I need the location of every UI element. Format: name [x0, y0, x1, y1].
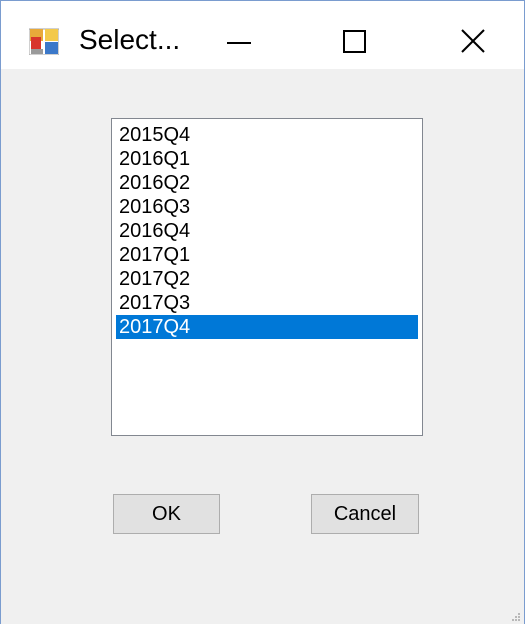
title-bar[interactable]: Select... — [1, 1, 524, 69]
application-icon[interactable] — [28, 27, 60, 56]
close-icon — [461, 29, 485, 53]
window-title: Select... — [79, 24, 181, 55]
list-item[interactable]: 2017Q2 — [116, 267, 418, 291]
list-item[interactable]: 2016Q1 — [116, 147, 418, 171]
cancel-button[interactable]: Cancel — [311, 494, 419, 534]
close-button[interactable] — [443, 13, 503, 61]
list-item[interactable]: 2016Q3 — [116, 195, 418, 219]
dialog-window: Select... 2015Q4 2016Q1 2016Q2 2016Q3 20… — [0, 0, 525, 624]
list-item[interactable]: 2017Q4 — [116, 315, 418, 339]
maximize-icon — [343, 30, 366, 53]
maximize-button[interactable] — [323, 13, 383, 61]
list-item[interactable]: 2017Q1 — [116, 243, 418, 267]
list-item[interactable]: 2016Q4 — [116, 219, 418, 243]
resize-grip-icon[interactable] — [509, 611, 521, 623]
list-item[interactable]: 2016Q2 — [116, 171, 418, 195]
minimize-icon — [227, 42, 251, 44]
minimize-button[interactable] — [213, 13, 273, 61]
list-item[interactable]: 2015Q4 — [116, 123, 418, 147]
list-item[interactable]: 2017Q3 — [116, 291, 418, 315]
period-listbox[interactable]: 2015Q4 2016Q1 2016Q2 2016Q3 2016Q4 2017Q… — [111, 118, 423, 436]
ok-button[interactable]: OK — [113, 494, 220, 534]
